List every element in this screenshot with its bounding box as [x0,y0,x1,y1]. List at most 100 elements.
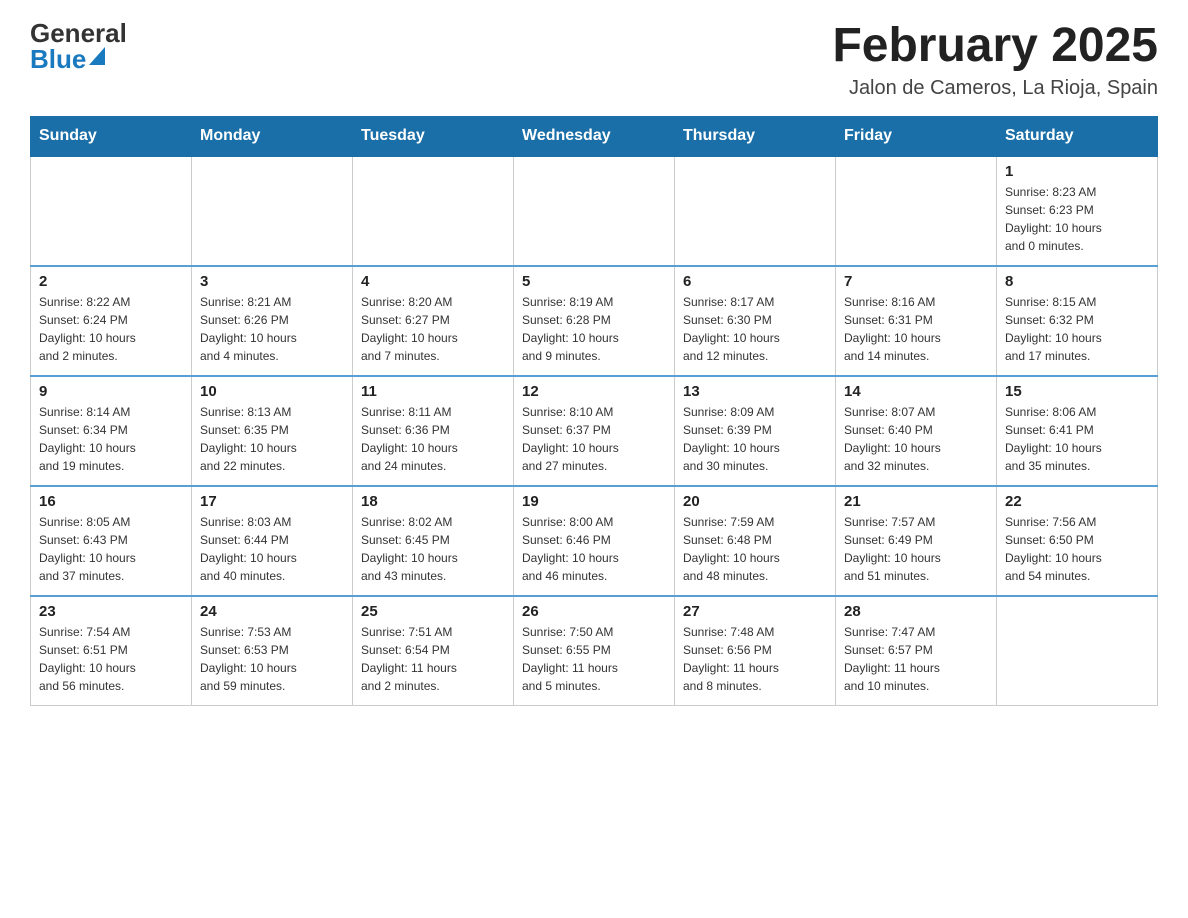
calendar-cell: 27 Sunrise: 7:48 AM Sunset: 6:56 PM Dayli… [675,596,836,706]
day-number: 17 [200,493,344,510]
day-number: 24 [200,603,344,620]
calendar-cell [675,156,836,266]
day-number: 20 [683,493,827,510]
day-info: Sunrise: 8:07 AM Sunset: 6:40 PM Dayligh… [844,403,988,475]
day-number: 10 [200,383,344,400]
day-info: Sunrise: 8:15 AM Sunset: 6:32 PM Dayligh… [1005,293,1149,365]
calendar-cell: 5 Sunrise: 8:19 AM Sunset: 6:28 PM Daylig… [514,266,675,376]
day-info: Sunrise: 8:00 AM Sunset: 6:46 PM Dayligh… [522,513,666,585]
day-info: Sunrise: 7:51 AM Sunset: 6:54 PM Dayligh… [361,623,505,695]
day-number: 4 [361,273,505,290]
calendar-cell: 20 Sunrise: 7:59 AM Sunset: 6:48 PM Dayli… [675,486,836,596]
day-number: 5 [522,273,666,290]
day-info: Sunrise: 8:20 AM Sunset: 6:27 PM Dayligh… [361,293,505,365]
logo-triangle-icon [89,47,105,65]
page-header: General Blue February 2025 Jalon de Came… [30,20,1158,100]
calendar-cell: 15 Sunrise: 8:06 AM Sunset: 6:41 PM Dayli… [997,376,1158,486]
calendar-cell: 23 Sunrise: 7:54 AM Sunset: 6:51 PM Dayli… [31,596,192,706]
calendar-cell: 3 Sunrise: 8:21 AM Sunset: 6:26 PM Daylig… [192,266,353,376]
day-info: Sunrise: 8:19 AM Sunset: 6:28 PM Dayligh… [522,293,666,365]
day-info: Sunrise: 8:05 AM Sunset: 6:43 PM Dayligh… [39,513,183,585]
calendar-cell: 16 Sunrise: 8:05 AM Sunset: 6:43 PM Dayli… [31,486,192,596]
calendar-cell: 14 Sunrise: 8:07 AM Sunset: 6:40 PM Dayli… [836,376,997,486]
calendar-week-row: 9 Sunrise: 8:14 AM Sunset: 6:34 PM Daylig… [31,376,1158,486]
calendar-cell: 1 Sunrise: 8:23 AM Sunset: 6:23 PM Daylig… [997,156,1158,266]
calendar-cell [514,156,675,266]
day-number: 8 [1005,273,1149,290]
day-number: 21 [844,493,988,510]
day-number: 18 [361,493,505,510]
day-info: Sunrise: 8:06 AM Sunset: 6:41 PM Dayligh… [1005,403,1149,475]
day-info: Sunrise: 8:22 AM Sunset: 6:24 PM Dayligh… [39,293,183,365]
title-section: February 2025 Jalon de Cameros, La Rioja… [832,20,1158,100]
day-number: 26 [522,603,666,620]
day-info: Sunrise: 8:09 AM Sunset: 6:39 PM Dayligh… [683,403,827,475]
calendar-cell [997,596,1158,706]
calendar-cell: 26Sunrise: 7:50 AM Sunset: 6:55 PM Dayli… [514,596,675,706]
calendar-cell [192,156,353,266]
day-info: Sunrise: 8:17 AM Sunset: 6:30 PM Dayligh… [683,293,827,365]
calendar-cell: 12Sunrise: 8:10 AM Sunset: 6:37 PM Dayli… [514,376,675,486]
day-number: 15 [1005,383,1149,400]
location-title: Jalon de Cameros, La Rioja, Spain [832,77,1158,100]
calendar-cell: 4 Sunrise: 8:20 AM Sunset: 6:27 PM Daylig… [353,266,514,376]
calendar-cell: 17 Sunrise: 8:03 AM Sunset: 6:44 PM Dayli… [192,486,353,596]
calendar-week-row: 2Sunrise: 8:22 AM Sunset: 6:24 PM Daylig… [31,266,1158,376]
day-number: 22 [1005,493,1149,510]
calendar-cell [31,156,192,266]
day-number: 13 [683,383,827,400]
day-number: 23 [39,603,183,620]
weekday-header-saturday: Saturday [997,116,1158,156]
day-number: 11 [361,383,505,400]
day-number: 14 [844,383,988,400]
day-info: Sunrise: 8:13 AM Sunset: 6:35 PM Dayligh… [200,403,344,475]
day-info: Sunrise: 8:21 AM Sunset: 6:26 PM Dayligh… [200,293,344,365]
calendar-cell [836,156,997,266]
day-info: Sunrise: 8:11 AM Sunset: 6:36 PM Dayligh… [361,403,505,475]
calendar-table: SundayMondayTuesdayWednesdayThursdayFrid… [30,116,1158,707]
logo: General Blue [30,20,127,72]
day-number: 7 [844,273,988,290]
weekday-header-friday: Friday [836,116,997,156]
weekday-header-wednesday: Wednesday [514,116,675,156]
day-number: 16 [39,493,183,510]
weekday-header-tuesday: Tuesday [353,116,514,156]
day-number: 25 [361,603,505,620]
day-number: 27 [683,603,827,620]
calendar-cell: 18 Sunrise: 8:02 AM Sunset: 6:45 PM Dayli… [353,486,514,596]
calendar-cell [353,156,514,266]
calendar-week-row: 16 Sunrise: 8:05 AM Sunset: 6:43 PM Dayli… [31,486,1158,596]
calendar-cell: 24 Sunrise: 7:53 AM Sunset: 6:53 PM Dayli… [192,596,353,706]
logo-blue-text: Blue [30,46,86,72]
day-number: 9 [39,383,183,400]
day-number: 1 [1005,163,1149,180]
calendar-cell: 7 Sunrise: 8:16 AM Sunset: 6:31 PM Daylig… [836,266,997,376]
day-info: Sunrise: 7:47 AM Sunset: 6:57 PM Dayligh… [844,623,988,695]
weekday-header-sunday: Sunday [31,116,192,156]
weekday-header-thursday: Thursday [675,116,836,156]
calendar-cell: 9 Sunrise: 8:14 AM Sunset: 6:34 PM Daylig… [31,376,192,486]
day-info: Sunrise: 7:53 AM Sunset: 6:53 PM Dayligh… [200,623,344,695]
day-info: Sunrise: 8:03 AM Sunset: 6:44 PM Dayligh… [200,513,344,585]
calendar-cell: 13 Sunrise: 8:09 AM Sunset: 6:39 PM Dayli… [675,376,836,486]
calendar-cell: 22 Sunrise: 7:56 AM Sunset: 6:50 PM Dayli… [997,486,1158,596]
day-info: Sunrise: 7:54 AM Sunset: 6:51 PM Dayligh… [39,623,183,695]
calendar-cell: 19Sunrise: 8:00 AM Sunset: 6:46 PM Dayli… [514,486,675,596]
calendar-cell: 25 Sunrise: 7:51 AM Sunset: 6:54 PM Dayli… [353,596,514,706]
calendar-cell: 8 Sunrise: 8:15 AM Sunset: 6:32 PM Daylig… [997,266,1158,376]
calendar-cell: 28 Sunrise: 7:47 AM Sunset: 6:57 PM Dayli… [836,596,997,706]
calendar-cell: 6 Sunrise: 8:17 AM Sunset: 6:30 PM Daylig… [675,266,836,376]
day-info: Sunrise: 7:59 AM Sunset: 6:48 PM Dayligh… [683,513,827,585]
day-number: 28 [844,603,988,620]
day-number: 3 [200,273,344,290]
month-title: February 2025 [832,20,1158,73]
day-info: Sunrise: 7:48 AM Sunset: 6:56 PM Dayligh… [683,623,827,695]
day-info: Sunrise: 8:14 AM Sunset: 6:34 PM Dayligh… [39,403,183,475]
day-info: Sunrise: 8:02 AM Sunset: 6:45 PM Dayligh… [361,513,505,585]
calendar-header: SundayMondayTuesdayWednesdayThursdayFrid… [31,116,1158,156]
day-number: 6 [683,273,827,290]
calendar-week-row: 1 Sunrise: 8:23 AM Sunset: 6:23 PM Daylig… [31,156,1158,266]
day-info: Sunrise: 8:23 AM Sunset: 6:23 PM Dayligh… [1005,183,1149,255]
day-info: Sunrise: 8:16 AM Sunset: 6:31 PM Dayligh… [844,293,988,365]
day-info: Sunrise: 7:56 AM Sunset: 6:50 PM Dayligh… [1005,513,1149,585]
